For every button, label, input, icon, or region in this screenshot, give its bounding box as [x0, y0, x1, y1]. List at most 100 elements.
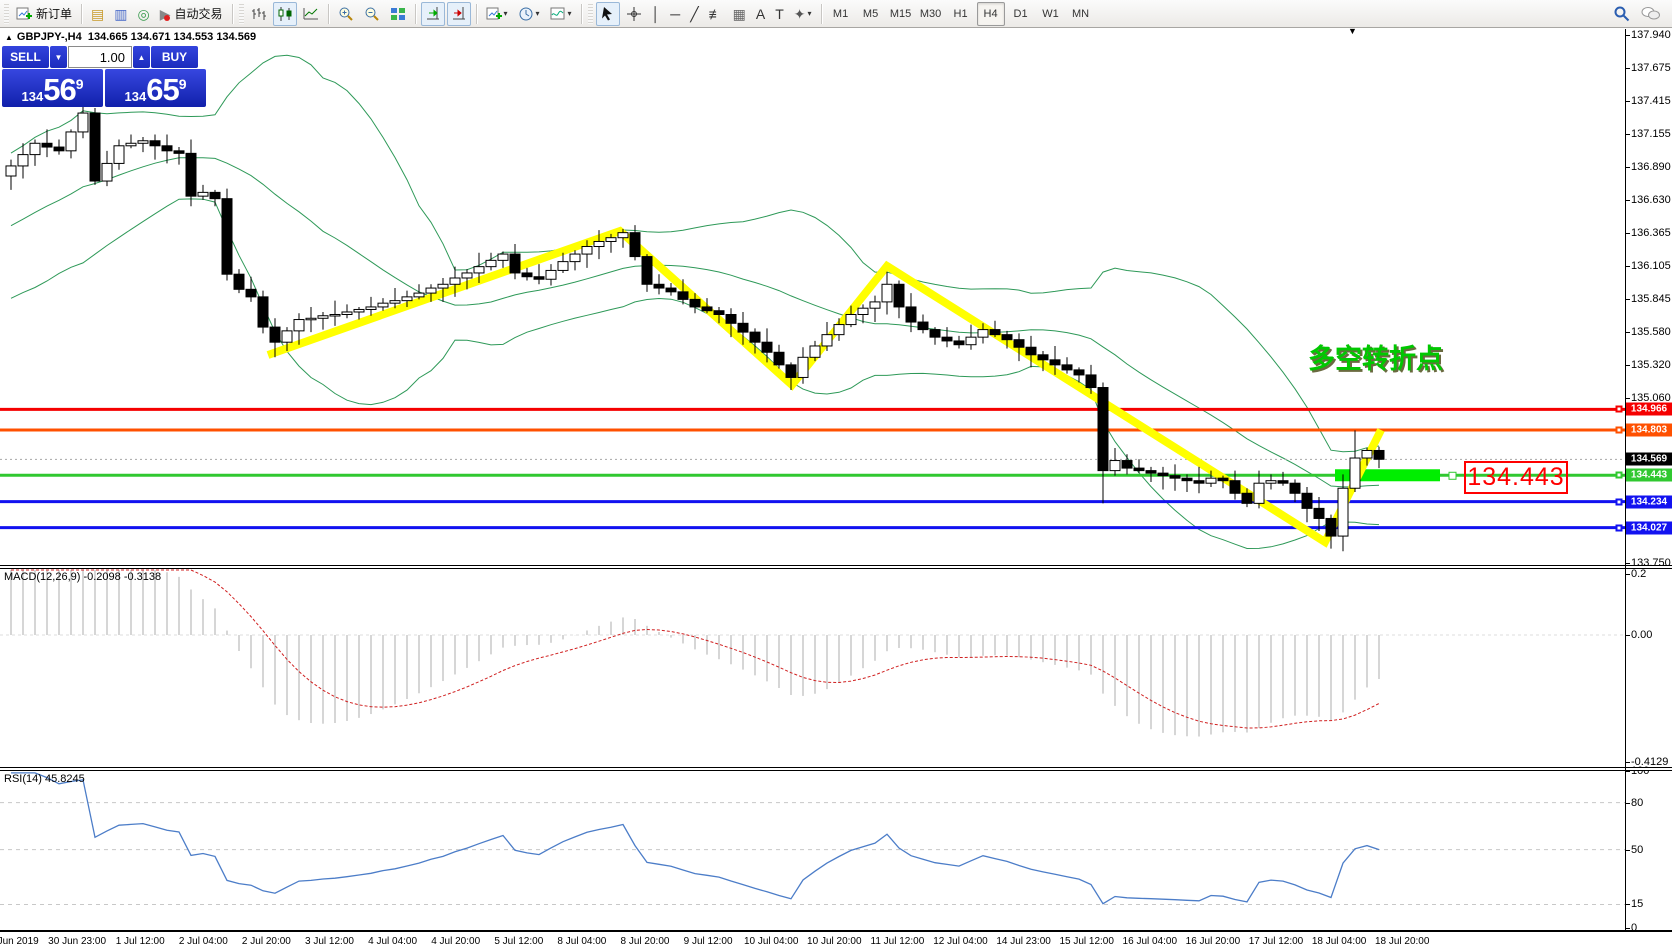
candle — [570, 254, 580, 262]
candle — [1170, 476, 1180, 479]
candle — [342, 312, 352, 315]
line-anchor-handle[interactable] — [1616, 406, 1623, 413]
candle — [798, 357, 808, 377]
candle — [1326, 518, 1336, 536]
line-anchor-handle[interactable] — [1616, 498, 1623, 505]
price-line-chip: 134.027 — [1626, 521, 1672, 534]
candle — [78, 113, 88, 132]
candle — [354, 309, 364, 312]
candle — [1122, 461, 1132, 469]
candle — [930, 330, 940, 338]
candle — [186, 153, 196, 196]
candle — [90, 113, 100, 181]
candle — [270, 327, 280, 342]
candle — [438, 284, 448, 288]
pane-separator[interactable] — [0, 767, 1672, 771]
line-anchor-handle[interactable] — [1616, 426, 1623, 433]
rsi-tick-label: 80 — [1631, 797, 1643, 809]
candle — [162, 146, 172, 151]
candle — [246, 289, 256, 297]
candle — [102, 163, 112, 181]
candle — [1002, 335, 1012, 340]
candle — [990, 330, 1000, 335]
candle — [138, 141, 148, 144]
bollinger-middle-band — [11, 158, 1379, 487]
candle — [366, 307, 376, 310]
candle — [774, 352, 784, 365]
price-callout-box[interactable]: 134.443 — [1464, 461, 1568, 494]
macd-label: MACD(12,26,9) -0.2098 -0.3138 — [4, 571, 161, 583]
sell-button[interactable]: SELL — [2, 46, 49, 68]
buy-price-prefix: 134 — [125, 89, 147, 104]
candle — [1266, 481, 1276, 484]
candle — [858, 308, 868, 314]
candle — [546, 270, 556, 279]
chinese-annotation[interactable]: 多空转折点 — [1308, 337, 1443, 376]
candle — [150, 141, 160, 146]
candle — [1254, 483, 1264, 503]
candle — [114, 146, 124, 164]
buy-price-big: 65 — [146, 76, 178, 104]
candle — [306, 318, 316, 320]
candle — [822, 335, 832, 346]
buy-price-button[interactable]: 134659 — [105, 69, 206, 107]
macd-pane[interactable] — [0, 570, 1625, 736]
candle — [1278, 481, 1288, 484]
candle — [6, 166, 16, 176]
current-price-chip: 134.569 — [1626, 453, 1672, 466]
candle — [18, 155, 28, 166]
price-tick-label: 135.580 — [1631, 326, 1671, 338]
line-handle[interactable] — [1449, 472, 1456, 479]
price-tick-label: 137.675 — [1631, 62, 1671, 74]
volume-input[interactable]: 1.00 — [68, 46, 132, 68]
candle — [894, 284, 904, 307]
candle — [786, 365, 796, 378]
rsi-tick-label: 15 — [1631, 898, 1643, 910]
candle — [474, 267, 484, 273]
line-anchor-handle[interactable] — [1616, 524, 1623, 531]
candle — [174, 151, 184, 154]
candle — [1098, 388, 1108, 471]
candle — [66, 132, 76, 151]
candle — [210, 192, 220, 198]
candle — [690, 299, 700, 307]
zigzag-trendlines[interactable] — [268, 231, 1381, 542]
price-tick-label: 136.630 — [1631, 194, 1671, 206]
price-tick-label: 137.155 — [1631, 128, 1671, 140]
time-axis-border — [0, 930, 1672, 932]
candle — [642, 257, 652, 285]
line-anchor-handle[interactable] — [1616, 472, 1623, 479]
candle — [978, 330, 988, 338]
candle — [1302, 493, 1312, 508]
candle — [834, 325, 844, 335]
price-tick-label: 136.105 — [1631, 260, 1671, 272]
candle — [330, 314, 340, 316]
buy-button[interactable]: BUY — [151, 46, 198, 68]
price-tick-label: 137.415 — [1631, 95, 1671, 107]
candle — [714, 311, 724, 315]
candle — [906, 307, 916, 322]
candle — [1206, 478, 1216, 483]
main-chart-pane[interactable] — [0, 55, 1625, 551]
macd-tick-label: 0.00 — [1631, 629, 1652, 641]
candle — [1026, 347, 1036, 355]
sell-price-button[interactable]: 134569 — [2, 69, 103, 107]
candle — [1314, 508, 1324, 518]
candle — [1146, 471, 1156, 474]
pane-separator[interactable] — [0, 565, 1672, 569]
candle — [882, 284, 892, 302]
bollinger-lower-band — [11, 199, 1379, 549]
volume-down-button[interactable]: ▼ — [50, 46, 67, 68]
chart-shift-marker[interactable]: ▼ — [1348, 26, 1357, 36]
candle — [1134, 468, 1144, 471]
candle — [726, 314, 736, 323]
chart-area[interactable] — [0, 0, 1672, 951]
candle — [42, 143, 52, 147]
sell-price-sup: 9 — [76, 69, 84, 99]
candle — [918, 322, 928, 330]
volume-up-button[interactable]: ▲ — [133, 46, 150, 68]
candle — [810, 346, 820, 357]
price-tick-label: 135.060 — [1631, 392, 1671, 404]
rsi-pane[interactable] — [0, 773, 1625, 905]
candle — [1362, 450, 1372, 458]
